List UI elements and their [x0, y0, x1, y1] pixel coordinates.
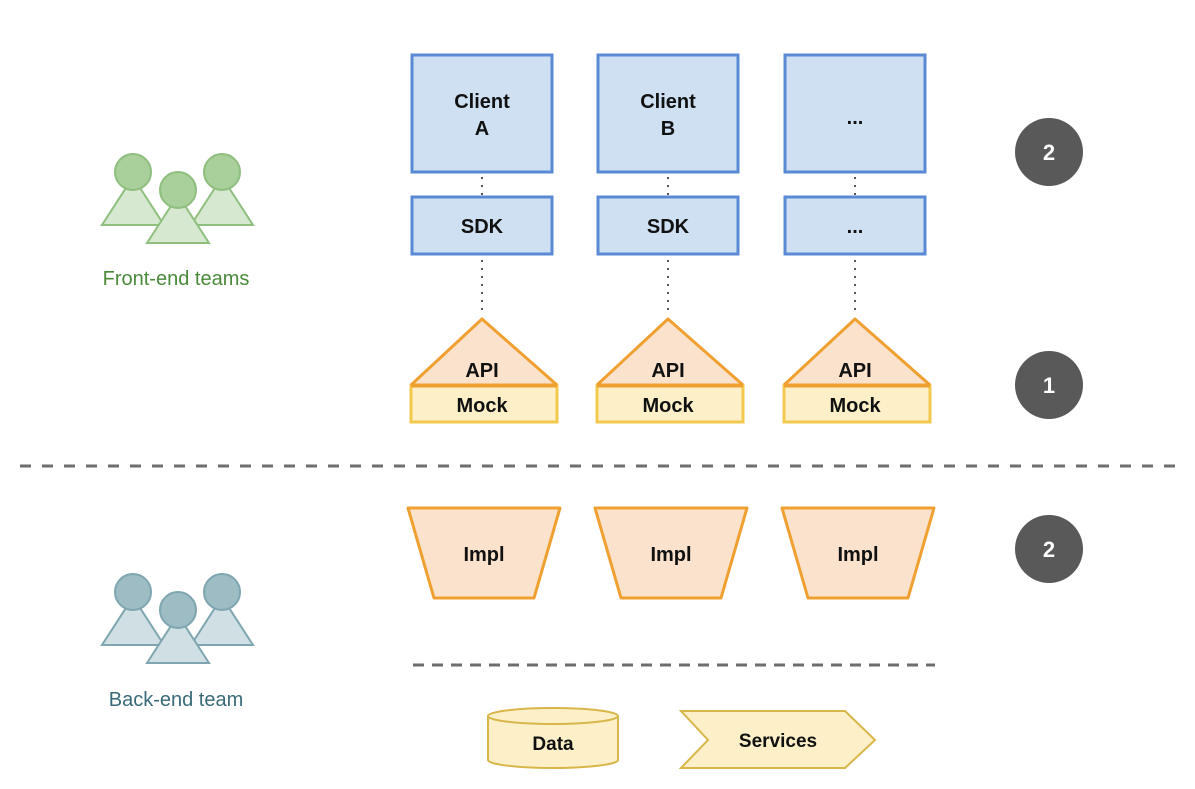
impl-label: Impl: [837, 544, 878, 566]
client-label: A: [475, 118, 489, 140]
column-2: Client B SDK API Mock Impl: [593, 53, 749, 600]
client-label: B: [661, 118, 675, 140]
mock-label: Mock: [642, 395, 694, 417]
badge-number: 2: [1043, 537, 1055, 562]
sdk-label: SDK: [647, 216, 690, 238]
impl-label: Impl: [463, 544, 504, 566]
client-label: Client: [640, 91, 696, 113]
step-badges: 2 1 2: [1015, 118, 1083, 583]
frontend-team-label: Front-end teams: [103, 268, 250, 290]
impl-label: Impl: [650, 544, 691, 566]
step-badge-clients: 2: [1015, 118, 1083, 186]
backend-team-icon: [100, 573, 255, 664]
api-label: API: [838, 360, 871, 382]
person-head: [159, 591, 197, 629]
person-head: [203, 573, 241, 611]
person-head: [159, 171, 197, 209]
api-label: API: [651, 360, 684, 382]
badge-number: 2: [1043, 140, 1055, 165]
frontend-team-icon: [100, 153, 255, 244]
column-3: ...... API Mock Impl: [780, 53, 936, 600]
sdk-label: SDK: [461, 216, 504, 238]
step-badge-api-mock: 1: [1015, 351, 1083, 419]
person-head: [114, 153, 152, 191]
client-label: ...: [847, 107, 864, 129]
architecture-diagram: Front-end teams Back-end team Client A SDK…: [20, 53, 1180, 769]
services-label: Services: [739, 731, 817, 752]
person-head: [114, 573, 152, 611]
services-block: Services: [678, 710, 877, 769]
api-label: API: [465, 360, 498, 382]
client-box: [410, 53, 554, 174]
backend-team-label: Back-end team: [109, 689, 244, 711]
sdk-label: ...: [847, 216, 864, 238]
mock-label: Mock: [456, 395, 508, 417]
column-1: Client A SDK API Mock Impl: [406, 53, 562, 600]
step-badge-impl: 2: [1015, 515, 1083, 583]
data-label: Data: [532, 734, 574, 755]
badge-number: 1: [1043, 373, 1055, 398]
data-store: Data: [487, 707, 619, 769]
mock-label: Mock: [829, 395, 881, 417]
client-columns: Client A SDK API Mock Impl Client B SDK API Mock Im…: [406, 53, 936, 600]
person-head: [203, 153, 241, 191]
client-label: Client: [454, 91, 510, 113]
client-box: [596, 53, 740, 174]
data-cylinder-top: [487, 707, 619, 725]
